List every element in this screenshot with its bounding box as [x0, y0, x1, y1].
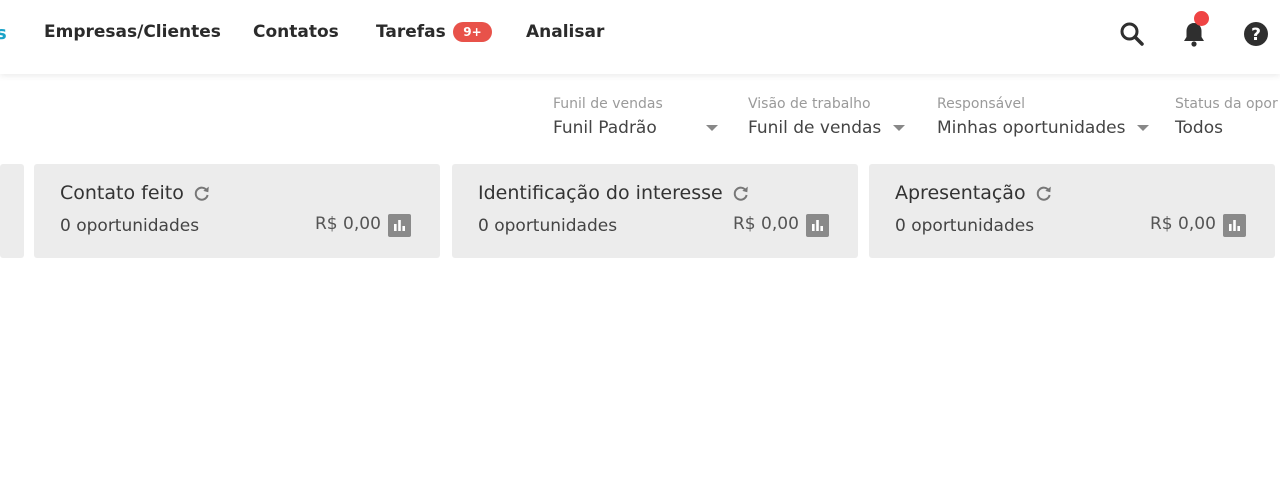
chevron-down-icon [1137, 125, 1150, 131]
stage-card-partial [0, 164, 24, 258]
search-icon[interactable] [1118, 20, 1146, 48]
filter-label: Funil de vendas [553, 96, 663, 112]
filter-value: Funil de vendas [748, 118, 882, 138]
filter-visao-de-trabalho: Visão de trabalho Funil de vendas [748, 96, 906, 138]
stage-title: Identificação do interesse [478, 182, 723, 204]
bar-chart-icon[interactable] [806, 214, 829, 237]
filter-select-responsavel[interactable]: Minhas oportunidades [937, 118, 1150, 138]
refresh-icon[interactable] [732, 184, 750, 202]
filter-value: Todos [1175, 118, 1223, 138]
stage-card: Apresentação 0 oportunidades R$ 0,00 [869, 164, 1275, 258]
svg-text:?: ? [1251, 25, 1261, 45]
filter-value: Minhas oportunidades [937, 118, 1126, 138]
bar-chart-icon[interactable] [1223, 214, 1246, 237]
tasks-count-badge: 9+ [453, 22, 492, 42]
help-icon[interactable]: ? [1242, 20, 1270, 48]
notification-dot [1194, 11, 1209, 26]
stage-total-value: R$ 0,00 [1150, 214, 1216, 234]
refresh-icon[interactable] [1035, 184, 1053, 202]
filter-label: Status da opor [1175, 96, 1278, 112]
nav-item-cut-off[interactable]: s [0, 23, 7, 44]
nav-item-tarefas[interactable]: Tarefas [376, 22, 446, 42]
nav-item-analisar[interactable]: Analisar [526, 22, 604, 42]
filter-value: Funil Padrão [553, 118, 657, 138]
stage-card: Contato feito 0 oportunidades R$ 0,00 [34, 164, 440, 258]
stage-title-row: Contato feito [60, 182, 211, 204]
stage-total-value: R$ 0,00 [315, 214, 381, 234]
stage-opportunity-count: 0 oportunidades [895, 216, 1035, 236]
filter-status: Status da opor Todos [1175, 96, 1278, 138]
nav-item-empresas-clientes[interactable]: Empresas/Clientes [44, 22, 221, 42]
refresh-icon[interactable] [193, 184, 211, 202]
stage-card: Identificação do interesse 0 oportunidad… [452, 164, 858, 258]
stage-total-value: R$ 0,00 [733, 214, 799, 234]
stage-opportunity-count: 0 oportunidades [60, 216, 200, 236]
nav-item-contatos[interactable]: Contatos [253, 22, 339, 42]
stage-opportunity-count: 0 oportunidades [478, 216, 618, 236]
stage-title: Contato feito [60, 182, 184, 204]
filter-select-visao[interactable]: Funil de vendas [748, 118, 906, 138]
stage-title-row: Apresentação [895, 182, 1053, 204]
filter-label: Responsável [937, 96, 1025, 112]
bar-chart-icon[interactable] [388, 214, 411, 237]
chevron-down-icon [893, 125, 906, 131]
filter-responsavel: Responsável Minhas oportunidades [937, 96, 1150, 138]
stage-title-row: Identificação do interesse [478, 182, 750, 204]
filter-funil-de-vendas: Funil de vendas Funil Padrão [553, 96, 718, 138]
stage-title: Apresentação [895, 182, 1026, 204]
top-navigation-bar: s Empresas/Clientes Contatos Tarefas 9+ … [0, 0, 1280, 74]
chevron-down-icon [705, 125, 718, 131]
filter-select-funil[interactable]: Funil Padrão [553, 118, 718, 138]
filter-select-status[interactable]: Todos [1175, 118, 1278, 138]
filter-label: Visão de trabalho [748, 96, 871, 112]
